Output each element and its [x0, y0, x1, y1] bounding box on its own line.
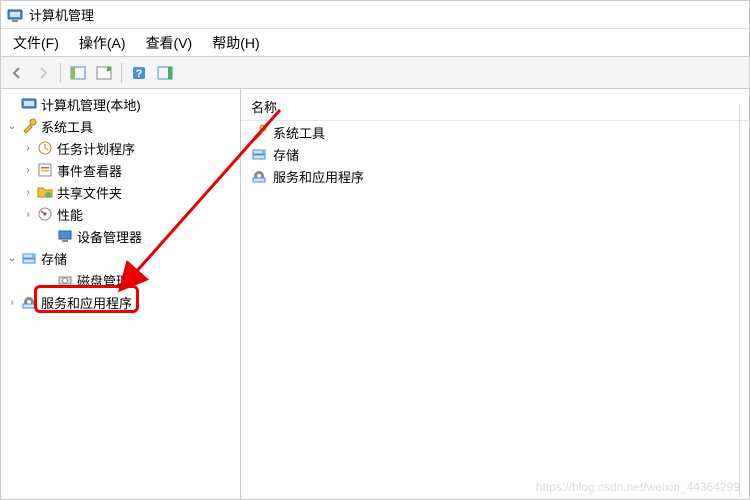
list-label: 系统工具 — [273, 123, 325, 142]
tools-icon — [251, 124, 267, 140]
disk-icon — [57, 272, 73, 288]
window-title: 计算机管理 — [29, 5, 94, 24]
tree-performance[interactable]: › 性能 — [1, 203, 240, 225]
list-label: 存储 — [273, 145, 299, 164]
tree-disk-management[interactable]: 磁盘管理 — [1, 269, 240, 291]
column-header-name[interactable]: 名称 — [241, 93, 749, 121]
tree-label: 事件查看器 — [57, 161, 122, 180]
expander-icon — [41, 273, 55, 287]
event-icon — [37, 162, 53, 178]
tree-shared-folders[interactable]: › 共享文件夹 — [1, 181, 240, 203]
tree-label: 磁盘管理 — [77, 271, 129, 290]
expand-icon[interactable]: › — [21, 185, 35, 199]
tree-storage[interactable]: ⌄ 存储 — [1, 247, 240, 269]
tree-event-viewer[interactable]: › 事件查看器 — [1, 159, 240, 181]
menu-file[interactable]: 文件(F) — [5, 31, 67, 55]
tree-label: 任务计划程序 — [57, 139, 135, 158]
menubar: 文件(F) 操作(A) 查看(V) 帮助(H) — [1, 29, 749, 57]
tree-root[interactable]: 计算机管理(本地) — [1, 93, 240, 115]
list-label: 服务和应用程序 — [273, 167, 364, 186]
clock-icon — [37, 140, 53, 156]
nav-tree: 计算机管理(本地) ⌄ 系统工具 › 任务计划程序 — [1, 93, 240, 313]
menu-action[interactable]: 操作(A) — [71, 31, 134, 55]
tree-label: 设备管理器 — [77, 227, 142, 246]
expand-icon[interactable]: › — [21, 141, 35, 155]
help-button[interactable]: ? — [127, 61, 151, 85]
action-pane-button[interactable] — [153, 61, 177, 85]
services-icon — [21, 294, 37, 310]
tree-label: 服务和应用程序 — [41, 293, 132, 312]
properties-button[interactable] — [92, 61, 116, 85]
toolbar-separator — [60, 63, 61, 83]
show-hide-button[interactable] — [66, 61, 90, 85]
main-area: 计算机管理(本地) ⌄ 系统工具 › 任务计划程序 — [1, 89, 749, 499]
tree-system-tools[interactable]: ⌄ 系统工具 — [1, 115, 240, 137]
menu-help[interactable]: 帮助(H) — [204, 31, 267, 55]
tree-label: 计算机管理(本地) — [41, 95, 141, 114]
services-icon — [251, 168, 267, 184]
tree-services-apps[interactable]: › 服务和应用程序 — [1, 291, 240, 313]
tree-label: 存储 — [41, 249, 67, 268]
forward-button[interactable] — [31, 61, 55, 85]
folder-share-icon — [37, 184, 53, 200]
performance-icon — [37, 206, 53, 222]
app-icon — [7, 7, 23, 23]
expand-icon[interactable]: › — [5, 295, 19, 309]
expand-icon[interactable]: › — [21, 163, 35, 177]
list-item-system-tools[interactable]: 系统工具 — [241, 121, 749, 143]
tree-label: 共享文件夹 — [57, 183, 122, 202]
right-divider — [739, 105, 740, 500]
list-item-services-apps[interactable]: 服务和应用程序 — [241, 165, 749, 187]
menu-view[interactable]: 查看(V) — [138, 31, 201, 55]
storage-icon — [251, 146, 267, 162]
list-item-storage[interactable]: 存储 — [241, 143, 749, 165]
collapse-icon[interactable]: ⌄ — [5, 119, 19, 133]
tree-label: 系统工具 — [41, 117, 93, 136]
collapse-icon[interactable]: ⌄ — [5, 251, 19, 265]
tools-icon — [21, 118, 37, 134]
expander-icon — [41, 229, 55, 243]
svg-text:?: ? — [136, 68, 143, 80]
toolbar: ? — [1, 57, 749, 89]
tree-task-scheduler[interactable]: › 任务计划程序 — [1, 137, 240, 159]
storage-icon — [21, 250, 37, 266]
tree-panel: 计算机管理(本地) ⌄ 系统工具 › 任务计划程序 — [1, 89, 241, 499]
content-panel: 名称 系统工具 存储 服务和应用程序 — [241, 89, 749, 499]
toolbar-separator-2 — [121, 63, 122, 83]
tree-label: 性能 — [57, 205, 83, 224]
back-button[interactable] — [5, 61, 29, 85]
tree-device-manager[interactable]: 设备管理器 — [1, 225, 240, 247]
titlebar: 计算机管理 — [1, 1, 749, 29]
expand-icon[interactable]: › — [21, 207, 35, 221]
expander-icon — [5, 97, 19, 111]
computer-management-window: 计算机管理 文件(F) 操作(A) 查看(V) 帮助(H) ? 计算机管理(本地… — [0, 0, 750, 500]
computer-icon — [21, 96, 37, 112]
device-icon — [57, 228, 73, 244]
